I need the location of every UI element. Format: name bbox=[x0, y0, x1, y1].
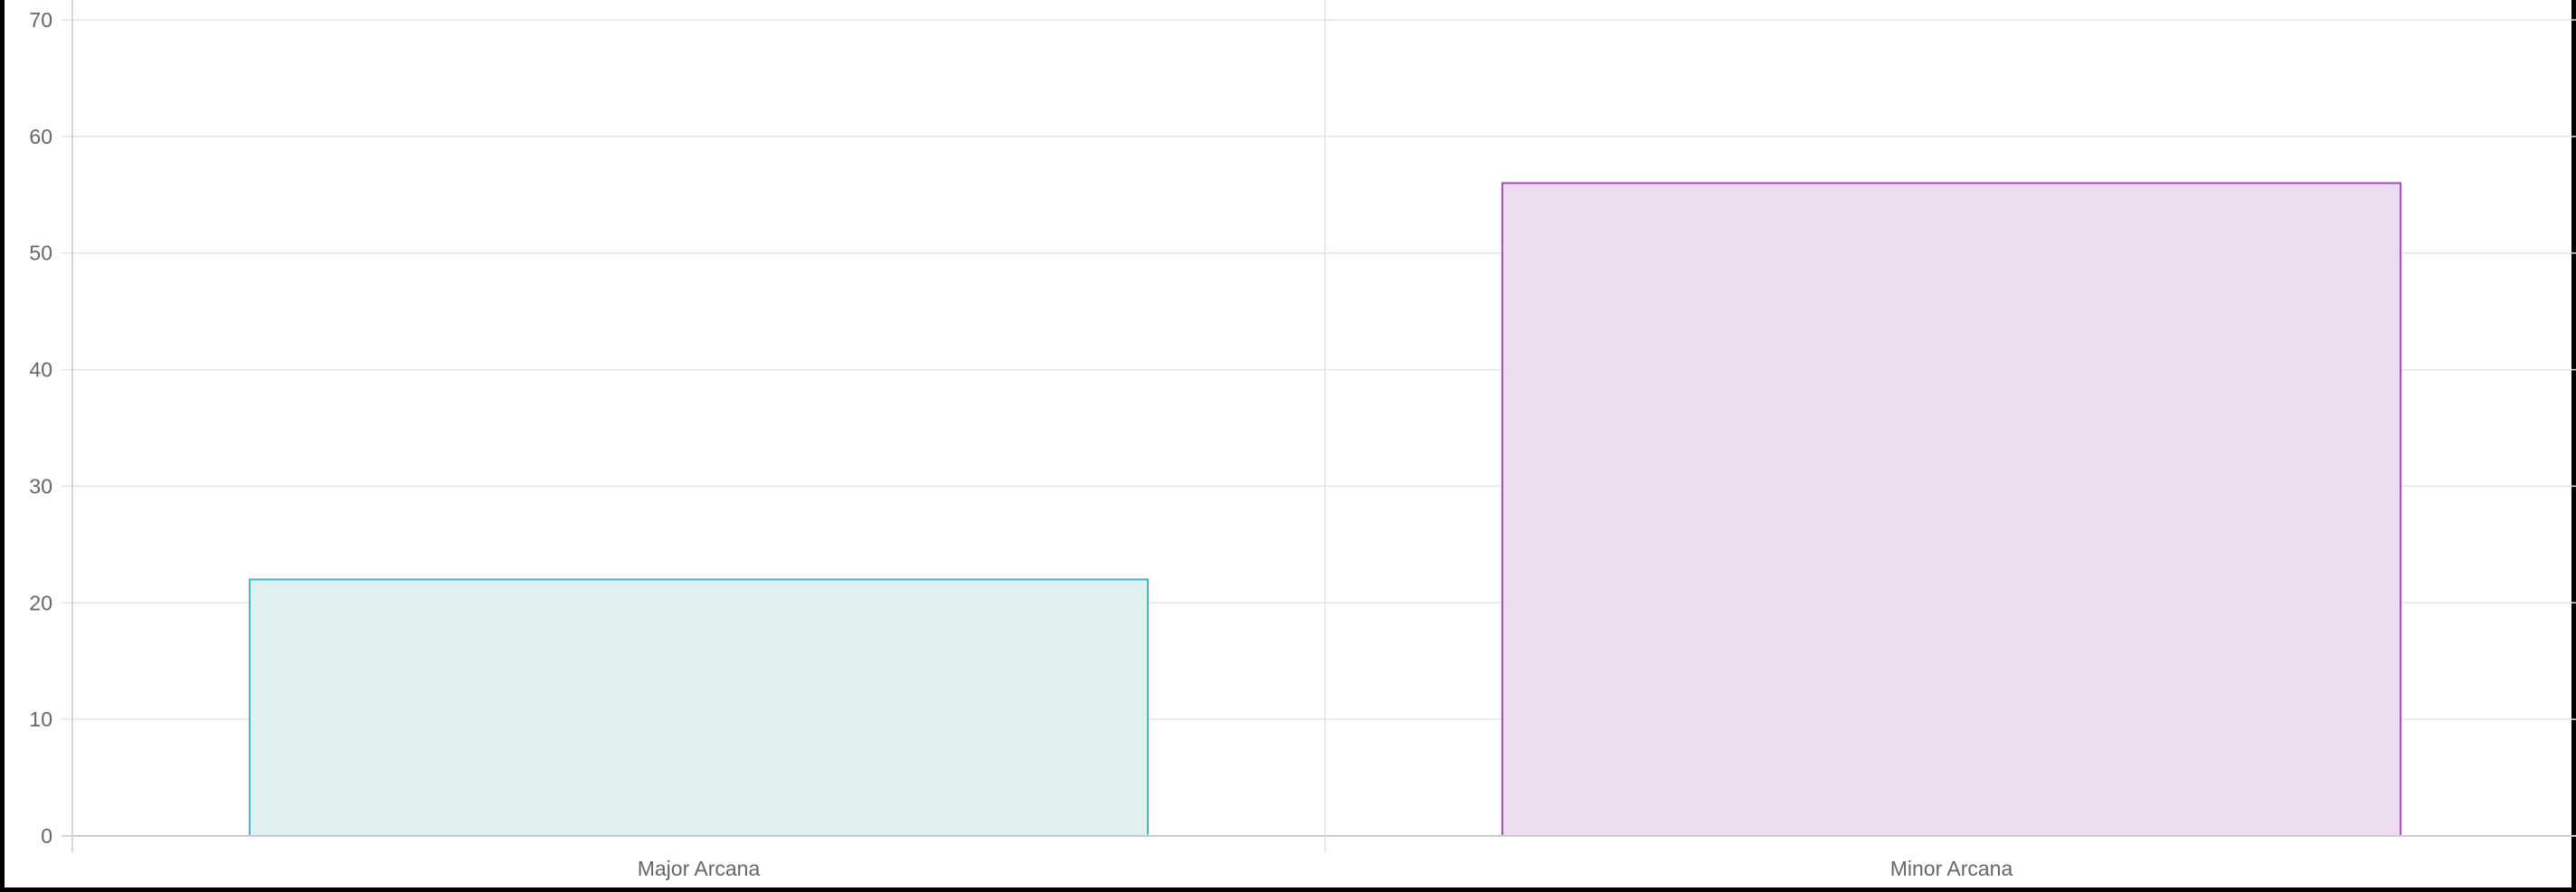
x-tick-label: Major Arcana bbox=[638, 857, 761, 880]
y-tick-label: 10 bbox=[29, 707, 52, 731]
bar-chart: 0 10 20 30 40 50 60 70 Major Arcana Minor Arcana bbox=[29, 0, 2576, 880]
y-tick-label: 20 bbox=[29, 591, 52, 614]
y-tick-label: 50 bbox=[29, 242, 52, 265]
x-tick-label: Minor Arcana bbox=[1890, 857, 2013, 880]
bar bbox=[248, 578, 1150, 837]
y-tick-label: 0 bbox=[41, 824, 52, 848]
y-tick-label: 60 bbox=[29, 125, 52, 148]
bar bbox=[1501, 182, 2402, 837]
y-tick-label: 30 bbox=[29, 474, 52, 498]
chart-frame: 0 10 20 30 40 50 60 70 Major Arcana Minor Arcana bbox=[0, 0, 2576, 892]
y-tick-label: 70 bbox=[29, 8, 52, 32]
y-tick-label: 40 bbox=[29, 358, 52, 382]
